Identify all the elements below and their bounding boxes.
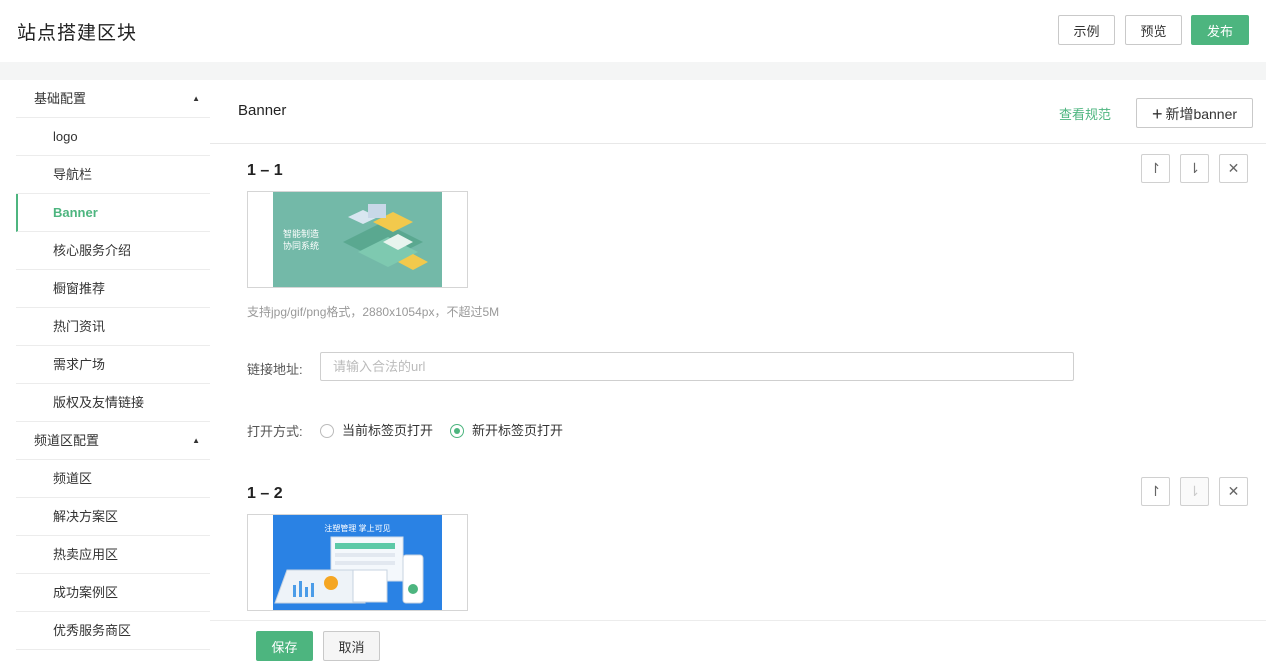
- sidebar-item-banner[interactable]: Banner: [16, 194, 210, 232]
- sidebar-group-label: 频道区配置: [34, 433, 100, 448]
- preview-button[interactable]: 预览: [1125, 15, 1182, 45]
- url-input[interactable]: [320, 352, 1074, 381]
- save-button[interactable]: 保存: [256, 631, 313, 661]
- sidebar-item-showcase[interactable]: 橱窗推荐: [16, 270, 210, 308]
- banner-index-label: 1 – 1: [247, 162, 283, 179]
- section-header: Banner 查看规范 + 新增banner: [210, 80, 1266, 144]
- sidebar: 基础配置 ▲ logo 导航栏 Banner 核心服务介绍 橱窗推荐 热门资讯 …: [0, 80, 210, 666]
- radio-circle-icon: [320, 424, 334, 438]
- sidebar-item-core-services[interactable]: 核心服务介绍: [16, 232, 210, 270]
- collapse-arrow-icon: ▲: [192, 94, 200, 103]
- sidebar-item-hot-news[interactable]: 热门资讯: [16, 308, 210, 346]
- radio-selected-icon: [450, 424, 464, 438]
- sidebar-item-solutions[interactable]: 解决方案区: [16, 498, 210, 536]
- move-up-icon[interactable]: ↾: [1141, 477, 1170, 506]
- plus-icon: +: [1151, 103, 1163, 124]
- radio-label: 当前标签页打开: [342, 423, 434, 438]
- sidebar-item-channel[interactable]: 频道区: [16, 460, 210, 498]
- delete-icon[interactable]: ✕: [1219, 154, 1248, 183]
- move-down-icon: ⇂: [1180, 477, 1209, 506]
- view-spec-link[interactable]: 查看规范: [1059, 104, 1111, 123]
- dashboard-illustration: [274, 536, 424, 604]
- page-title: 站点搭建区块: [17, 23, 138, 44]
- banner-image-upload[interactable]: 注塑管理 掌上可见: [247, 514, 468, 611]
- top-header: 站点搭建区块 示例 预览 发布: [0, 0, 1266, 62]
- radio-current-tab[interactable]: 当前标签页打开: [320, 420, 433, 439]
- sidebar-group-basic[interactable]: 基础配置 ▲: [16, 80, 210, 118]
- sidebar-item-hot-apps[interactable]: 热卖应用区: [16, 536, 210, 574]
- open-mode-label: 打开方式:: [247, 424, 303, 439]
- radio-new-tab[interactable]: 新开标签页打开: [450, 420, 563, 439]
- add-banner-label: 新增banner: [1165, 105, 1238, 122]
- sidebar-item-success-cases[interactable]: 成功案例区: [16, 574, 210, 612]
- sidebar-group-channel[interactable]: 频道区配置 ▲: [16, 422, 210, 460]
- delete-icon[interactable]: ✕: [1219, 477, 1248, 506]
- move-up-icon[interactable]: ↾: [1141, 154, 1170, 183]
- sidebar-group-label: 基础配置: [34, 91, 87, 106]
- upload-hint: 支持jpg/gif/png格式，2880x1054px，不超过5M: [247, 305, 500, 319]
- radio-label: 新开标签页打开: [472, 423, 564, 438]
- link-label: 链接地址:: [247, 362, 303, 377]
- main-panel: Banner 查看规范 + 新增banner 1 – 1 ↾ ⇂ ✕ 智能制造 协…: [210, 80, 1266, 666]
- banner-image: 注塑管理 掌上可见: [273, 515, 442, 610]
- sidebar-item-copyright-links[interactable]: 版权及友情链接: [16, 384, 210, 422]
- add-banner-button[interactable]: + 新增banner: [1136, 98, 1253, 128]
- collapse-arrow-icon: ▲: [192, 436, 200, 445]
- sidebar-item-navbar[interactable]: 导航栏: [16, 156, 210, 194]
- section-title: Banner: [238, 102, 287, 119]
- banner-image: 智能制造 协同系统: [273, 192, 442, 287]
- sidebar-item-demand-square[interactable]: 需求广场: [16, 346, 210, 384]
- footer-bar: 保存 取消: [210, 620, 1266, 666]
- cancel-button[interactable]: 取消: [323, 631, 380, 661]
- sidebar-item-top-providers[interactable]: 优秀服务商区: [16, 612, 210, 650]
- move-down-icon[interactable]: ⇂: [1180, 154, 1209, 183]
- banner-image-upload[interactable]: 智能制造 协同系统: [247, 191, 468, 288]
- example-button[interactable]: 示例: [1058, 15, 1115, 45]
- publish-button[interactable]: 发布: [1191, 15, 1249, 45]
- sidebar-item-logo[interactable]: logo: [16, 118, 210, 156]
- isometric-illustration: [343, 204, 428, 270]
- banner-index-label: 1 – 2: [247, 485, 283, 502]
